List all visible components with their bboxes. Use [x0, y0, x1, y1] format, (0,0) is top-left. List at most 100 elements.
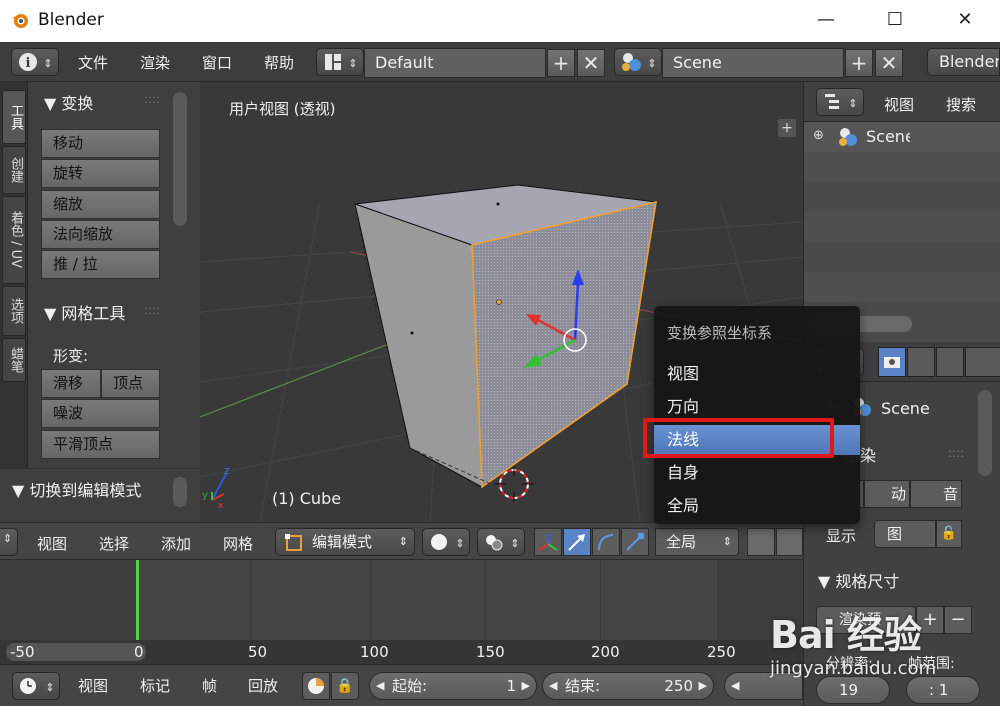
window-title-bar: Blender — ☐ ✕	[0, 0, 1000, 42]
layout-name-field[interactable]: Default	[364, 48, 546, 78]
layers-tab-icon[interactable]	[907, 347, 935, 377]
decrement-arrow-icon[interactable]: ◀	[731, 673, 739, 699]
rotate-manipulator-icon[interactable]	[592, 528, 620, 556]
minimize-button[interactable]: —	[812, 8, 840, 32]
x-icon: ✕	[582, 51, 600, 75]
tab-tools[interactable]: 工具	[2, 90, 26, 144]
current-frame-marker[interactable]	[136, 560, 139, 640]
display-select[interactable]: 图	[874, 520, 936, 548]
end-frame-field[interactable]: ◀ 结束: 250 ▶	[542, 672, 714, 700]
start-frame-field[interactable]: ◀ 起始: 1 ▶	[369, 672, 537, 700]
menu-window[interactable]: 窗口	[202, 52, 232, 73]
smooth-vertex-button[interactable]: 平滑顶点	[41, 430, 160, 459]
timeline-menu-playback[interactable]: 回放	[248, 675, 278, 696]
tab-create[interactable]: 创建	[2, 146, 26, 194]
svg-text:⇕: ⇕	[43, 57, 52, 70]
scene-tab-icon[interactable]	[936, 347, 964, 377]
outliner-menu-search[interactable]: 搜索	[946, 94, 976, 115]
close-button[interactable]: ✕	[951, 8, 979, 32]
remove-scene-button[interactable]: ✕	[875, 49, 903, 77]
push-pull-button[interactable]: 推 / 拉	[41, 250, 160, 279]
drag-handle-icon[interactable]: ::::	[948, 446, 964, 460]
preview-range-icon[interactable]	[302, 672, 330, 700]
decrement-arrow-icon[interactable]: ◀	[549, 673, 557, 699]
svg-text:z: z	[224, 464, 230, 477]
properties-scrollbar[interactable]	[978, 390, 992, 476]
layer-button-icon[interactable]	[747, 528, 775, 556]
outliner-editor-selector[interactable]: ⇕	[816, 88, 864, 116]
mode-selector[interactable]: 编辑模式 ⇕	[275, 528, 415, 556]
menu-help[interactable]: 帮助	[264, 52, 294, 73]
editor-type-selector[interactable]: ⇕	[0, 528, 18, 556]
world-tab-icon[interactable]	[965, 347, 1000, 377]
add-scene-button[interactable]: +	[845, 49, 873, 77]
lock-icon[interactable]: 🔒	[331, 672, 359, 700]
deform-label: 形变:	[53, 347, 89, 365]
orientation-option-view[interactable]: 视图	[654, 359, 860, 389]
scene-name-field[interactable]: Scene	[662, 48, 844, 78]
pivot-selector[interactable]: ⇕	[477, 528, 525, 556]
decrement-arrow-icon[interactable]: ◀	[376, 673, 384, 699]
switch-panel-scrollbar[interactable]	[173, 477, 187, 507]
layer-button-icon[interactable]	[776, 528, 803, 556]
switch-edit-title[interactable]: ▼ 切换到编辑模式	[12, 477, 141, 501]
switch-edit-panel: ▼ 切换到编辑模式	[0, 468, 200, 522]
view-label: 用户视图 (透视)	[229, 100, 336, 118]
manipulator-toggle-icon[interactable]	[534, 528, 562, 556]
drag-handle-icon[interactable]: ::::	[144, 92, 160, 106]
timeline-editor-selector[interactable]: ⇕	[12, 672, 60, 700]
shading-selector[interactable]: ⇕	[422, 528, 470, 556]
tab-shading-uv[interactable]: 着色 / UV	[2, 196, 26, 284]
drag-handle-icon[interactable]: ::::	[144, 303, 160, 317]
header-menu-add[interactable]: 添加	[161, 533, 191, 554]
mesh-tools-panel-title[interactable]: ▼ 网格工具	[44, 300, 125, 324]
noise-button[interactable]: 噪波	[41, 399, 160, 428]
cube-mesh[interactable]	[354, 184, 657, 489]
object-label: (1) Cube	[272, 489, 342, 508]
outliner-menu-view[interactable]: 视图	[884, 94, 914, 115]
scale-button[interactable]: 缩放	[41, 190, 160, 219]
maximize-button[interactable]: ☐	[881, 8, 909, 32]
scene-selector[interactable]: ⇕	[614, 48, 662, 76]
render-audio-button[interactable]: 音	[910, 480, 962, 508]
timeline-menu-frame[interactable]: 帧	[202, 675, 217, 696]
tab-grease-pencil[interactable]: 蜡笔	[2, 338, 26, 382]
header-menu-select[interactable]: 选择	[99, 533, 129, 554]
orientation-option-global[interactable]: 全局	[654, 491, 860, 521]
orientation-option-local[interactable]: 自身	[654, 458, 860, 488]
render-animation-button[interactable]: 动	[864, 480, 910, 508]
header-menu-view[interactable]: 视图	[37, 533, 67, 554]
timeline-menu-view[interactable]: 视图	[78, 675, 108, 696]
expand-icon[interactable]: ⊕	[813, 128, 824, 143]
transform-panel-title[interactable]: ▼ 变换	[44, 90, 93, 114]
shrink-fatten-button[interactable]: 法向缩放	[41, 220, 160, 249]
outliner-scene-row[interactable]: ⊕ Scene	[804, 122, 1000, 152]
timeline-ruler[interactable]	[0, 640, 803, 664]
increment-arrow-icon[interactable]: ▶	[522, 673, 530, 699]
add-layout-button[interactable]: +	[547, 49, 575, 77]
orientation-select[interactable]: 全局 ⇕	[655, 528, 739, 556]
scale-manipulator-icon[interactable]	[621, 528, 649, 556]
menu-file[interactable]: 文件	[78, 52, 108, 73]
editor-type-selector[interactable]: i ⇕	[11, 48, 59, 76]
render-engine-selector[interactable]: Blender	[927, 48, 1000, 76]
tab-options[interactable]: 选项	[2, 286, 26, 336]
translate-manipulator-icon[interactable]	[563, 528, 591, 556]
remove-layout-button[interactable]: ✕	[577, 49, 605, 77]
increment-arrow-icon[interactable]: ▶	[699, 673, 707, 699]
slide-button[interactable]: 滑移	[41, 369, 101, 398]
plus-icon: +	[552, 51, 570, 75]
translate-button[interactable]: 移动	[41, 129, 160, 158]
timeline-menu-marker[interactable]: 标记	[140, 675, 170, 696]
lock-icon[interactable]: 🔓	[936, 520, 962, 548]
menu-render[interactable]: 渲染	[140, 52, 170, 73]
layout-selector[interactable]: ⇕	[316, 48, 364, 76]
viewport-plus-icon[interactable]: +	[778, 119, 796, 137]
rotate-button[interactable]: 旋转	[41, 159, 160, 188]
render-tab-icon[interactable]	[878, 347, 906, 377]
vertex-button[interactable]: 顶点	[101, 369, 160, 398]
header-menu-mesh[interactable]: 网格	[223, 533, 253, 554]
dimensions-section-title[interactable]: ▼ 规格尺寸	[818, 568, 899, 592]
mode-label: 编辑模式	[312, 533, 373, 551]
tool-shelf-scrollbar[interactable]	[173, 92, 187, 226]
